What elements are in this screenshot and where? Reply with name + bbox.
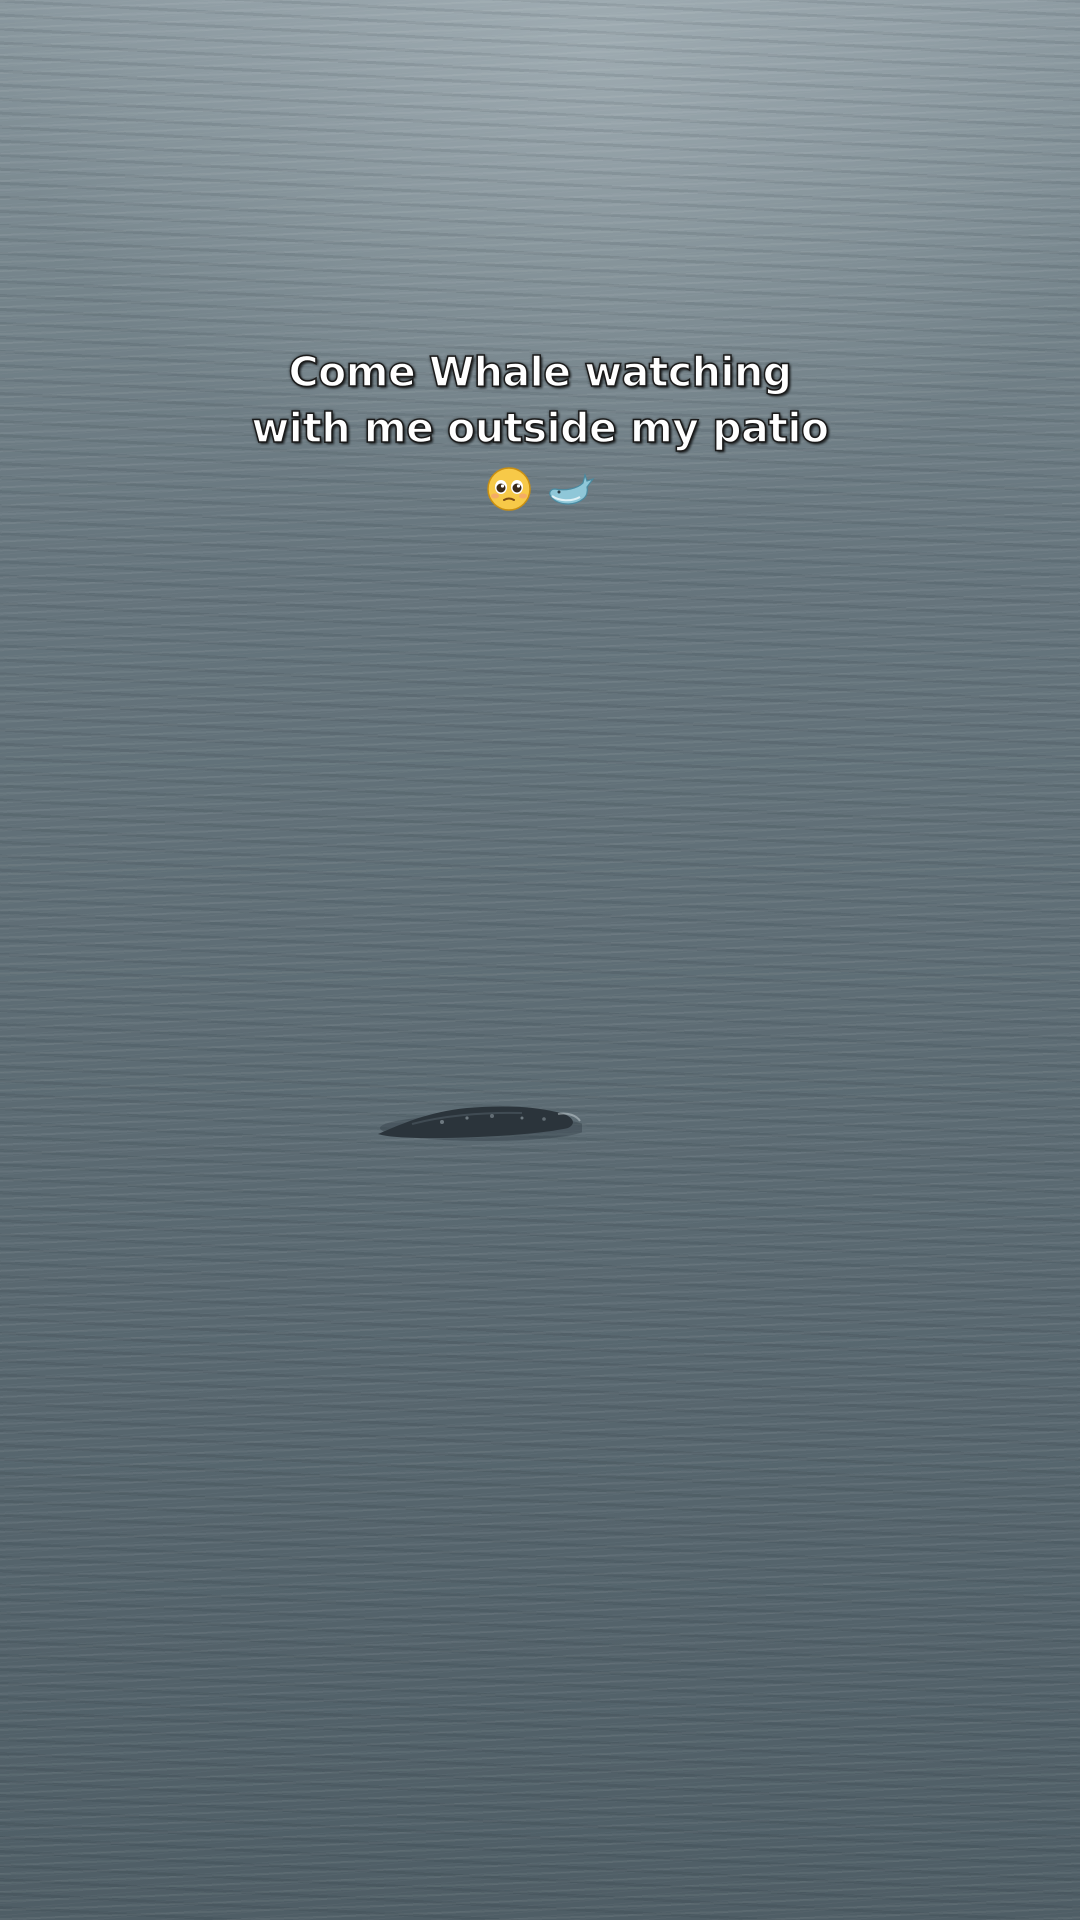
pleading-face-icon: [487, 467, 531, 511]
caption-line-1: Come Whale watching: [288, 347, 793, 397]
caption-line-2: with me outside my patio: [251, 403, 830, 453]
water-ripples: [0, 0, 1080, 1920]
ocean-photo: Come Whale watching with me outside my p…: [0, 0, 1080, 1920]
whale-icon: [549, 472, 595, 505]
caption-emoji-row: [0, 458, 1080, 514]
whale-back: [378, 1106, 582, 1141]
video-caption: Come Whale watching with me outside my p…: [0, 344, 1080, 514]
